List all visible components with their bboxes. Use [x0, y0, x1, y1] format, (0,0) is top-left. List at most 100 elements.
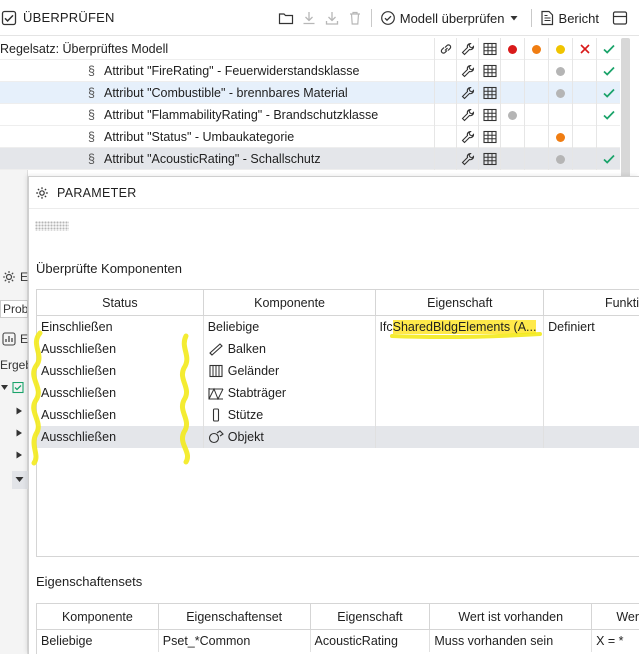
- rule-text: Attribut "FireRating" - Feuerwiderstands…: [104, 63, 360, 78]
- component-cell[interactable]: Stabträger: [204, 382, 377, 404]
- pset-property-cell[interactable]: AcousticRating: [311, 630, 431, 652]
- component-label: Stütze: [227, 408, 264, 422]
- table-icon[interactable]: [478, 38, 500, 60]
- status-cell[interactable]: Ausschließen: [37, 382, 204, 404]
- property-cell[interactable]: [376, 426, 545, 448]
- collapse-check-icon[interactable]: [0, 7, 18, 29]
- empty-cell: [500, 82, 524, 104]
- table-icon[interactable]: [478, 126, 500, 148]
- property-cell[interactable]: [376, 360, 545, 382]
- table-icon[interactable]: [478, 104, 500, 126]
- link-icon[interactable]: [434, 38, 456, 60]
- check-model-button[interactable]: Modell überprüfen: [376, 6, 527, 30]
- download-icon[interactable]: [298, 7, 320, 29]
- component-row[interactable]: Einschließen Beliebige Ifc SharedBldgElemen…: [37, 316, 639, 338]
- empty-cell: [572, 104, 596, 126]
- component-cell[interactable]: Geländer: [204, 360, 377, 382]
- property-cell[interactable]: [376, 338, 545, 360]
- pset-exists-cell[interactable]: Muss vorhanden sein: [430, 630, 593, 652]
- component-cell[interactable]: Beliebige: [204, 316, 377, 338]
- wrench-icon[interactable]: [456, 104, 478, 126]
- warning-filter-dot[interactable]: [524, 38, 548, 60]
- wrench-icon[interactable]: [456, 126, 478, 148]
- rule-label: § Attribut "Combustible" - brennbares Mat…: [0, 86, 434, 100]
- component-row[interactable]: Ausschließen Objekt: [37, 426, 639, 448]
- pset-component-cell[interactable]: Beliebige: [37, 630, 159, 652]
- wrench-icon[interactable]: [456, 60, 478, 82]
- component-row[interactable]: Ausschließen Balken: [37, 338, 639, 360]
- report-button[interactable]: Bericht: [536, 6, 603, 30]
- rule-row[interactable]: § Attribut "FireRating" - Feuerwiderstand…: [0, 60, 620, 82]
- column-property[interactable]: Eigenschaft: [311, 604, 431, 629]
- import-icon[interactable]: [321, 7, 343, 29]
- column-component[interactable]: Komponente: [204, 290, 377, 315]
- property-set-row[interactable]: Beliebige Pset_*Common AcousticRating Muss …: [37, 630, 639, 652]
- status-cell[interactable]: Einschließen: [37, 316, 204, 338]
- empty-cell: [434, 60, 456, 82]
- status-cell[interactable]: Ausschließen: [37, 338, 204, 360]
- property-cell[interactable]: [376, 382, 545, 404]
- function-cell[interactable]: [544, 382, 639, 404]
- status-dot: [548, 148, 572, 170]
- function-cell[interactable]: [544, 426, 639, 448]
- wrench-icon[interactable]: [456, 38, 478, 60]
- column-component[interactable]: Komponente: [37, 604, 159, 629]
- column-status[interactable]: Status: [37, 290, 204, 315]
- component-cell[interactable]: Objekt: [204, 426, 377, 448]
- property-cell[interactable]: [376, 404, 545, 426]
- passed-filter-icon[interactable]: [596, 38, 620, 60]
- rule-row[interactable]: § Attribut "FlammabilityRating" - Brandsc…: [0, 104, 620, 126]
- column-value-exists[interactable]: Wert ist vorhanden: [430, 604, 593, 629]
- status-cell[interactable]: Ausschließen: [37, 426, 204, 448]
- wrench-icon[interactable]: [456, 82, 478, 104]
- status-cell[interactable]: Ausschließen: [37, 360, 204, 382]
- status-cell[interactable]: Ausschließen: [37, 404, 204, 426]
- pset-value-cell[interactable]: X = *: [592, 630, 639, 652]
- property-cell[interactable]: Ifc SharedBldgElements (A...: [376, 316, 545, 338]
- rule-row[interactable]: § Attribut "AcousticRating" - Schallschut…: [0, 148, 620, 170]
- table-icon[interactable]: [478, 82, 500, 104]
- column-property-set[interactable]: Eigenschaftenset: [159, 604, 311, 629]
- function-cell[interactable]: Definiert: [544, 316, 639, 338]
- drag-handle[interactable]: [35, 221, 69, 231]
- function-cell[interactable]: [544, 338, 639, 360]
- empty-cell: [572, 126, 596, 148]
- error-filter-dot[interactable]: [500, 38, 524, 60]
- pset-pset-cell[interactable]: Pset_*Common: [159, 630, 311, 652]
- ruleset-scrollbar[interactable]: [621, 38, 630, 178]
- chevron-down-icon: [510, 16, 518, 21]
- open-folder-icon[interactable]: [275, 7, 297, 29]
- wrench-icon[interactable]: [456, 148, 478, 170]
- tree-expand-icon[interactable]: [0, 381, 24, 397]
- tree-arrow-icon[interactable]: [15, 449, 23, 463]
- panel-tab-icon[interactable]: [2, 270, 16, 287]
- info-filter-dot[interactable]: [548, 38, 572, 60]
- trash-icon[interactable]: [344, 7, 366, 29]
- component-cell[interactable]: Balken: [204, 338, 377, 360]
- table-icon[interactable]: [478, 60, 500, 82]
- panel-layout-icon[interactable]: [609, 7, 631, 29]
- column-function[interactable]: Funkti: [544, 290, 639, 315]
- tree-arrow-icon[interactable]: [12, 471, 28, 489]
- component-cell[interactable]: Stütze: [204, 404, 377, 426]
- tree-arrow-icon[interactable]: [15, 427, 23, 441]
- component-row[interactable]: Ausschließen Geländer: [37, 360, 639, 382]
- table-icon[interactable]: [478, 148, 500, 170]
- component-row[interactable]: Ausschließen Stabträger: [37, 382, 639, 404]
- component-row[interactable]: Ausschließen Stütze: [37, 404, 639, 426]
- function-cell[interactable]: [544, 360, 639, 382]
- function-cell[interactable]: [544, 404, 639, 426]
- dialog-title: PARAMETER: [57, 185, 137, 200]
- tree-arrow-icon[interactable]: [15, 405, 23, 419]
- empty-cell: [572, 82, 596, 104]
- ruleset-header-row[interactable]: Regelsatz: Überprüftes Modell: [0, 38, 620, 60]
- rule-label: § Attribut "FlammabilityRating" - Brandsc…: [0, 108, 434, 122]
- rule-row[interactable]: § Attribut "Combustible" - brennbares Mat…: [0, 82, 620, 104]
- failed-filter-icon[interactable]: [572, 38, 596, 60]
- passed-check-icon: [596, 60, 620, 82]
- components-header: Status Komponente Eigenschaft Funkti: [37, 290, 639, 316]
- rule-row[interactable]: § Attribut "Status" - Umbaukategorie: [0, 126, 620, 148]
- column-value[interactable]: Wer: [592, 604, 639, 629]
- column-property[interactable]: Eigenschaft: [376, 290, 545, 315]
- empty-cell: [434, 126, 456, 148]
